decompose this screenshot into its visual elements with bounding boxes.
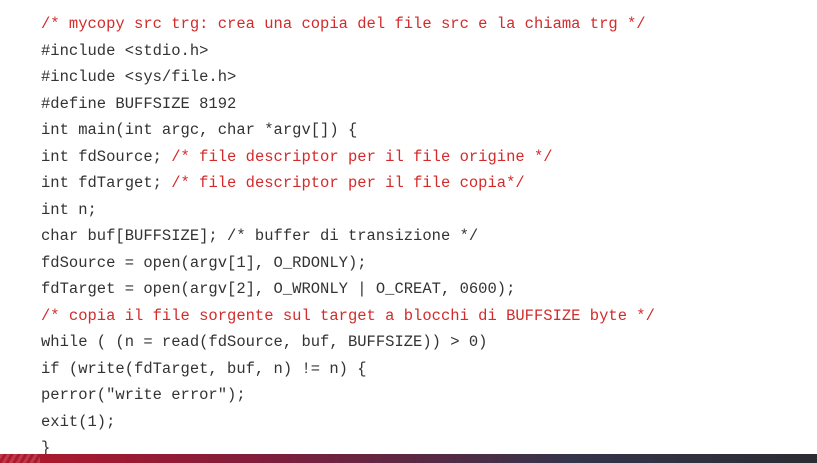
- code-text: while ( (n = read(fdSource, buf, BUFFSIZ…: [41, 333, 488, 351]
- code-text: char buf[BUFFSIZE]; /* buffer di transiz…: [41, 227, 479, 245]
- code-text: int fdSource;: [41, 147, 172, 166]
- code-line: #include <stdio.h>: [41, 38, 655, 65]
- code-line: int main(int argc, char *argv[]) {: [41, 117, 655, 144]
- code-line: fdSource = open(argv[1], O_RDONLY);: [41, 250, 655, 277]
- code-text: #include <sys/file.h>: [41, 68, 237, 86]
- code-comment: /* file descriptor per il file origine *…: [171, 147, 553, 166]
- code-text: if (write(fdTarget, buf, n) != n) {: [41, 359, 367, 378]
- code-line: /* mycopy src trg: crea una copia del fi…: [41, 11, 655, 38]
- code-comment: /* copia il file sorgente sul target a b…: [41, 306, 655, 325]
- code-line: fdTarget = open(argv[2], O_WRONLY | O_CR…: [41, 276, 655, 303]
- code-line: char buf[BUFFSIZE]; /* buffer di transiz…: [41, 223, 655, 250]
- code-text: exit(1);: [41, 412, 116, 431]
- code-text: int main(int argc, char *argv[]) {: [41, 121, 358, 139]
- code-line: #include <sys/file.h>: [41, 64, 655, 91]
- code-block: /* mycopy src trg: crea una copia del fi…: [41, 11, 655, 462]
- code-line: int fdTarget; /* file descriptor per il …: [41, 170, 655, 197]
- code-text: fdTarget = open(argv[2], O_WRONLY | O_CR…: [41, 280, 516, 298]
- bottom-decorative-bar: [0, 454, 817, 463]
- code-comment: /* mycopy src trg: crea una copia del fi…: [41, 15, 646, 33]
- code-text: fdSource = open(argv[1], O_RDONLY);: [41, 253, 367, 272]
- code-line: #define BUFFSIZE 8192: [41, 91, 655, 118]
- code-line: if (write(fdTarget, buf, n) != n) {: [41, 356, 655, 383]
- code-line: perror("write error");: [41, 382, 655, 409]
- code-line: int n;: [41, 197, 655, 224]
- code-text: int n;: [41, 200, 97, 219]
- code-line: exit(1);: [41, 409, 655, 436]
- code-line: /* copia il file sorgente sul target a b…: [41, 303, 655, 330]
- code-text: int fdTarget;: [41, 174, 172, 192]
- code-comment: /* file descriptor per il file copia*/: [171, 174, 525, 192]
- bottom-bar-pattern: [0, 454, 40, 463]
- code-text: #define BUFFSIZE 8192: [41, 94, 237, 113]
- code-text: #include <stdio.h>: [41, 41, 209, 60]
- code-text: perror("write error");: [41, 386, 246, 404]
- code-line: while ( (n = read(fdSource, buf, BUFFSIZ…: [41, 329, 655, 356]
- code-line: int fdSource; /* file descriptor per il …: [41, 144, 655, 171]
